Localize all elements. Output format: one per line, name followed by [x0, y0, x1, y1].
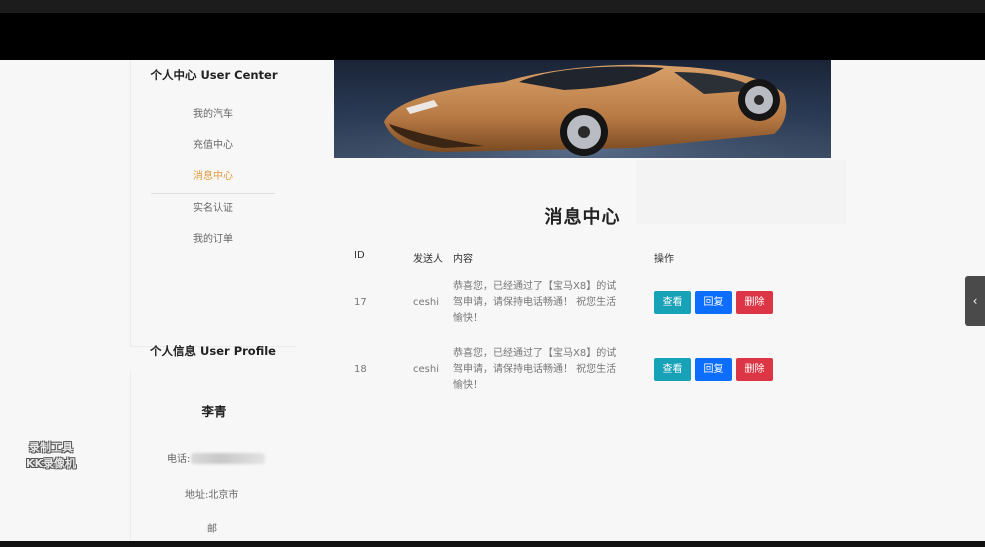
- user-profile-card: 李青 电话: 地址:北京市 邮: [130, 370, 297, 541]
- column-header-content: 内容: [453, 254, 473, 265]
- column-header-id: ID: [354, 250, 365, 261]
- side-panel-toggle[interactable]: ‹: [965, 276, 985, 326]
- recorder-watermark: 录制工具 KK录像机: [14, 440, 88, 472]
- watermark-line-1: 录制工具: [29, 441, 73, 454]
- user-center-title: 个人中心 User Center: [150, 68, 278, 82]
- row-2-sender: ceshi: [413, 364, 439, 375]
- profile-email-label: 邮: [207, 524, 217, 535]
- menu-item-messages[interactable]: 消息中心: [151, 162, 275, 194]
- profile-name: 李青: [201, 404, 227, 419]
- row-1-content: 恭喜您，已经通过了【宝马X8】的试驾申请，请保持电话畅通！ 祝您生活愉快！: [453, 281, 617, 324]
- row-1-view-button[interactable]: 查看: [654, 291, 691, 314]
- menu-item-recharge[interactable]: 充值中心: [151, 131, 275, 162]
- phone-label: 电话:: [167, 454, 191, 465]
- menu-item-verification[interactable]: 实名认证: [151, 194, 275, 225]
- bottom-bar: [0, 541, 985, 547]
- profile-address: 地址:北京市: [185, 490, 239, 501]
- car-banner-image: [334, 60, 831, 158]
- row-1-delete-button[interactable]: 删除: [736, 291, 773, 314]
- black-band: [0, 13, 985, 60]
- chevron-left-icon: ‹: [972, 294, 978, 308]
- car-illustration: [334, 60, 831, 158]
- row-2-view-button[interactable]: 查看: [654, 358, 691, 381]
- row-2-id: 18: [354, 364, 367, 375]
- row-1-sender: ceshi: [413, 297, 439, 308]
- user-center-card: 个人中心 User Center 我的汽车 充值中心 消息中心 实名认证 我的订…: [130, 60, 297, 347]
- row-2-reply-button[interactable]: 回复: [695, 358, 732, 381]
- column-header-actions: 操作: [654, 254, 674, 265]
- page-title: 消息中心: [544, 207, 621, 228]
- menu-item-orders[interactable]: 我的订单: [151, 225, 275, 256]
- top-bar: [0, 0, 985, 13]
- row-1-reply-button[interactable]: 回复: [695, 291, 732, 314]
- column-header-sender: 发送人: [413, 254, 443, 265]
- user-center-menu: 我的汽车 充值中心 消息中心 实名认证 我的订单: [151, 100, 275, 256]
- phone-redacted: [191, 453, 266, 464]
- user-profile-title: 个人信息 User Profile: [150, 344, 276, 358]
- row-1-id: 17: [354, 297, 367, 308]
- menu-item-my-cars[interactable]: 我的汽车: [151, 100, 275, 131]
- row-2-content: 恭喜您，已经通过了【宝马X8】的试驾申请，请保持电话畅通！ 祝您生活愉快！: [453, 348, 617, 391]
- watermark-line-2: KK录像机: [25, 457, 77, 470]
- row-2-delete-button[interactable]: 删除: [736, 358, 773, 381]
- profile-phone: 电话:: [167, 450, 266, 465]
